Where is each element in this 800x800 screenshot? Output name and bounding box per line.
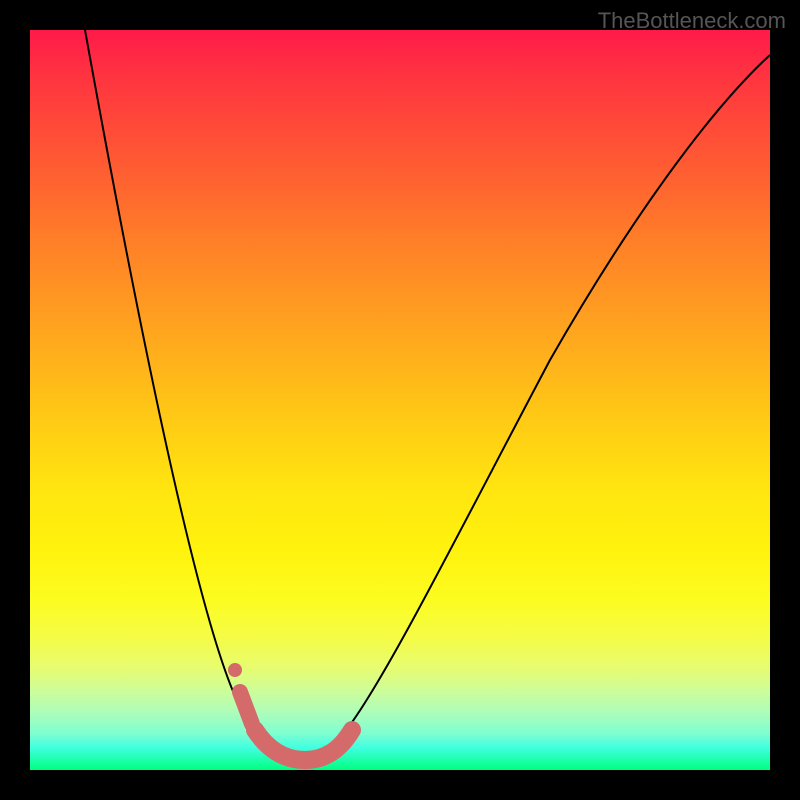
chart-svg xyxy=(30,30,770,770)
overlay-curve-bottom xyxy=(255,730,352,760)
watermark-text: TheBottleneck.com xyxy=(598,8,786,34)
overlay-curve-left-stub xyxy=(240,692,252,724)
plot-area xyxy=(30,30,770,770)
overlay-dot xyxy=(228,663,242,677)
main-curve xyxy=(85,30,770,756)
